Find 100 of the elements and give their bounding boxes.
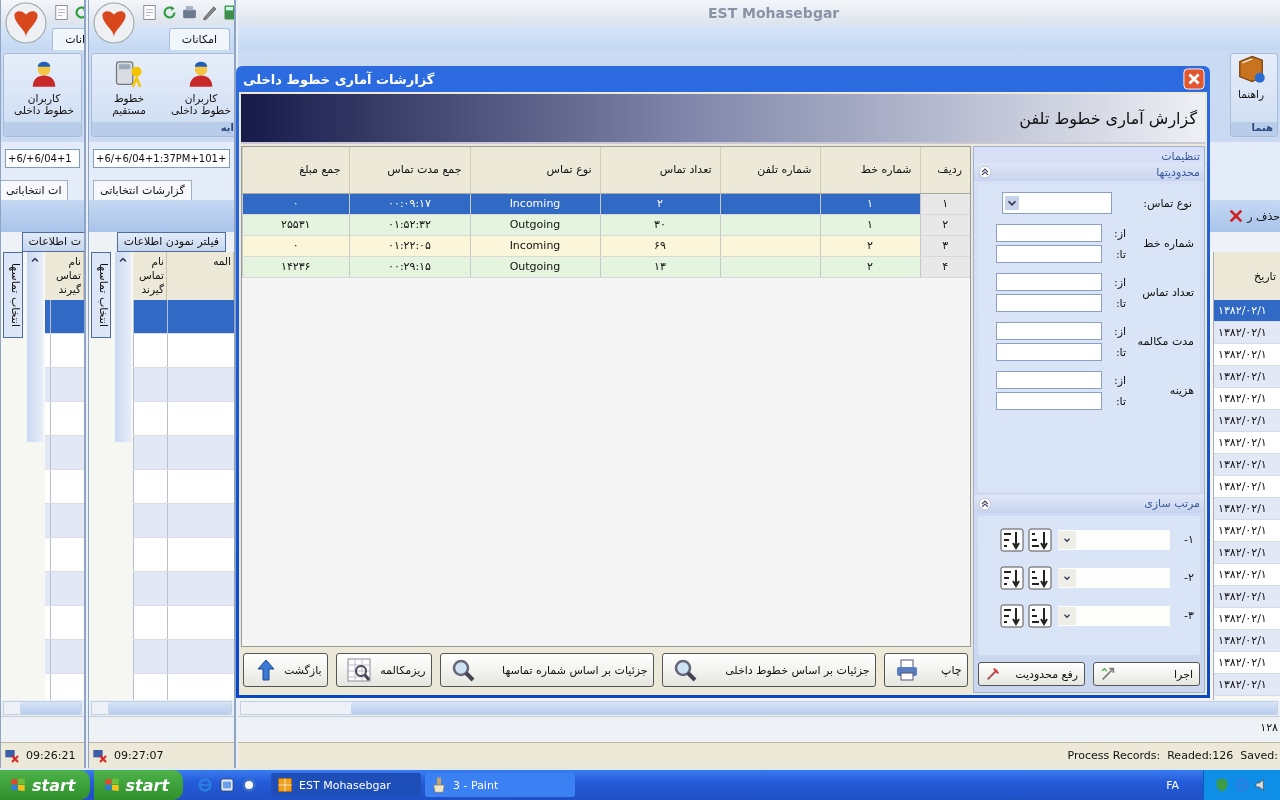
circular-arrow-icon[interactable]	[161, 4, 178, 21]
input-field[interactable]	[996, 245, 1102, 263]
table-cell: ۳۰	[600, 214, 720, 235]
delete-button[interactable]: حذف ر	[1224, 206, 1280, 226]
table-cell: ۰	[242, 193, 349, 214]
field-label: از:	[1112, 226, 1126, 240]
input-field[interactable]	[996, 322, 1102, 340]
sort-label: -۲	[1183, 571, 1194, 585]
taskbar-button[interactable]: EST Mohasebgar	[271, 773, 422, 797]
filter-button[interactable]: ت اطلاعات	[21, 232, 84, 252]
sort-ascending-button[interactable]	[1028, 603, 1052, 628]
action-button[interactable]: بازگشت	[243, 653, 328, 687]
input-field[interactable]	[996, 273, 1102, 291]
sort-descending-button[interactable]	[1000, 603, 1024, 628]
table-cell: ۶۹	[600, 235, 720, 256]
address-field[interactable]: +6/+6/04+1:37PM+101+	[93, 149, 230, 168]
field-label: تا:	[1114, 394, 1126, 408]
tab[interactable]: گزارشات انتخاباتی	[93, 180, 192, 200]
ribbon-button[interactable]: کاربران خطوط داخلی	[168, 58, 234, 116]
sort-field-dropdown[interactable]	[1058, 605, 1170, 626]
table-cell: ۱۳۸۲/۰۲/۱	[1214, 388, 1280, 410]
address-field[interactable]: +6/+6/04+1	[5, 149, 80, 168]
sort-ascending-button[interactable]	[1028, 565, 1052, 590]
action-button[interactable]: اجرا	[1093, 662, 1200, 686]
range-label: هزینه	[1168, 384, 1194, 397]
taskbar-button[interactable]: 3 - Paint	[425, 773, 576, 797]
input-field[interactable]	[996, 371, 1102, 389]
language-indicator[interactable]: FA	[1146, 778, 1199, 792]
sort-descending-button[interactable]	[1000, 565, 1024, 590]
action-button[interactable]: چاپ	[883, 653, 968, 687]
scrollbar[interactable]	[27, 252, 43, 442]
table-cell: Incoming	[470, 235, 600, 256]
column-header: تعداد تماس	[600, 147, 720, 193]
column-header: جمع مدت تماس	[349, 147, 470, 193]
table-row[interactable]	[45, 402, 84, 436]
action-button[interactable]: جزئیات بر اساس خطوط داخلی	[661, 653, 876, 687]
heart-logo	[5, 2, 47, 44]
scrollbar[interactable]	[91, 701, 232, 715]
table-cell: ۱۳۸۲/۰۲/۱	[1214, 454, 1280, 476]
ribbon-button[interactable]: خطوط مستقیم	[96, 58, 162, 116]
table-row[interactable]	[45, 674, 84, 700]
window-icon[interactable]	[219, 777, 236, 793]
action-button[interactable]: جزئیات بر اساس شماره تماسها	[439, 653, 654, 687]
table-row[interactable]	[45, 470, 84, 504]
disconnected-icon	[4, 747, 20, 764]
scrollbar[interactable]	[115, 252, 131, 442]
table-cell: ۱۳۸۲/۰۲/۱	[1214, 564, 1280, 586]
table-cell: ۱	[820, 214, 920, 235]
book-icon	[1236, 54, 1266, 84]
ribbon-button[interactable]: کاربران خطوط داخلی	[11, 58, 77, 116]
sort-field-dropdown[interactable]	[1058, 529, 1170, 550]
input-field[interactable]	[996, 392, 1102, 410]
input-field[interactable]	[996, 294, 1102, 312]
table-row[interactable]	[45, 606, 84, 640]
table-row[interactable]	[45, 538, 84, 572]
shield-icon[interactable]	[1214, 777, 1230, 793]
help-button[interactable]: راهنما	[1231, 54, 1271, 100]
sort-ascending-button[interactable]	[1028, 527, 1052, 552]
time-text: 09:27:07	[113, 749, 164, 762]
ribbon-tab[interactable]: امکانات	[168, 28, 230, 50]
ribbon-tab[interactable]: انات	[52, 28, 84, 50]
table-cell: ۱۳۸۲/۰۲/۱	[1214, 674, 1280, 696]
side-tab[interactable]: انتخاب تماسها	[91, 252, 111, 338]
table-cell: ۱۳۸۲/۰۲/۱	[1214, 432, 1280, 454]
table-cell: ۱۳۸۲/۰۲/۱	[1214, 520, 1280, 542]
action-button[interactable]: رفع محدودیت	[978, 662, 1085, 686]
table-row[interactable]	[45, 334, 84, 368]
field-label: نوع تماس:	[1142, 196, 1192, 210]
input-field[interactable]	[996, 343, 1102, 361]
sort-field-dropdown[interactable]	[1058, 567, 1170, 588]
table-cell: ۱۳۸۲/۰۲/۱	[1214, 498, 1280, 520]
scrollbar[interactable]	[240, 701, 1278, 715]
action-button[interactable]: ریزمکالمه	[335, 653, 432, 687]
window-title: EST Mohasebgar	[708, 4, 840, 21]
filter-button[interactable]: فیلتر نمودن اطلاعات	[116, 232, 226, 252]
table-cell: ۱۳۸۲/۰۲/۱	[1214, 586, 1280, 608]
scrollbar[interactable]	[3, 701, 82, 715]
close-button[interactable]	[1183, 68, 1205, 90]
machine-icon[interactable]	[181, 4, 198, 21]
tab[interactable]: ات انتخاباتی	[1, 180, 69, 200]
input-field[interactable]	[996, 224, 1102, 242]
table-row[interactable]	[133, 300, 234, 334]
table-cell: ۱۳	[600, 256, 720, 277]
table-cell: ۱۳۸۲/۰۲/۱	[1214, 366, 1280, 388]
collapse-button[interactable]	[978, 165, 992, 179]
call-type-dropdown[interactable]	[1002, 192, 1112, 214]
column-header: جمع مبلغ	[242, 147, 349, 193]
collapse-button[interactable]	[978, 496, 992, 511]
document-icon[interactable]	[53, 4, 70, 21]
table-cell: ۲	[820, 256, 920, 277]
table-row[interactable]	[45, 300, 84, 334]
ring-icon[interactable]	[241, 777, 258, 793]
table-cell: ۱۳۸۲/۰۲/۱	[1214, 652, 1280, 674]
side-tab[interactable]: انتخاب تماسها	[3, 252, 23, 338]
globe-icon[interactable]	[197, 777, 214, 793]
field-label: از:	[1112, 275, 1126, 289]
document-icon[interactable]	[141, 4, 158, 21]
pencil-icon[interactable]	[201, 4, 218, 21]
table-cell: ۲	[820, 235, 920, 256]
sort-descending-button[interactable]	[1000, 527, 1024, 552]
